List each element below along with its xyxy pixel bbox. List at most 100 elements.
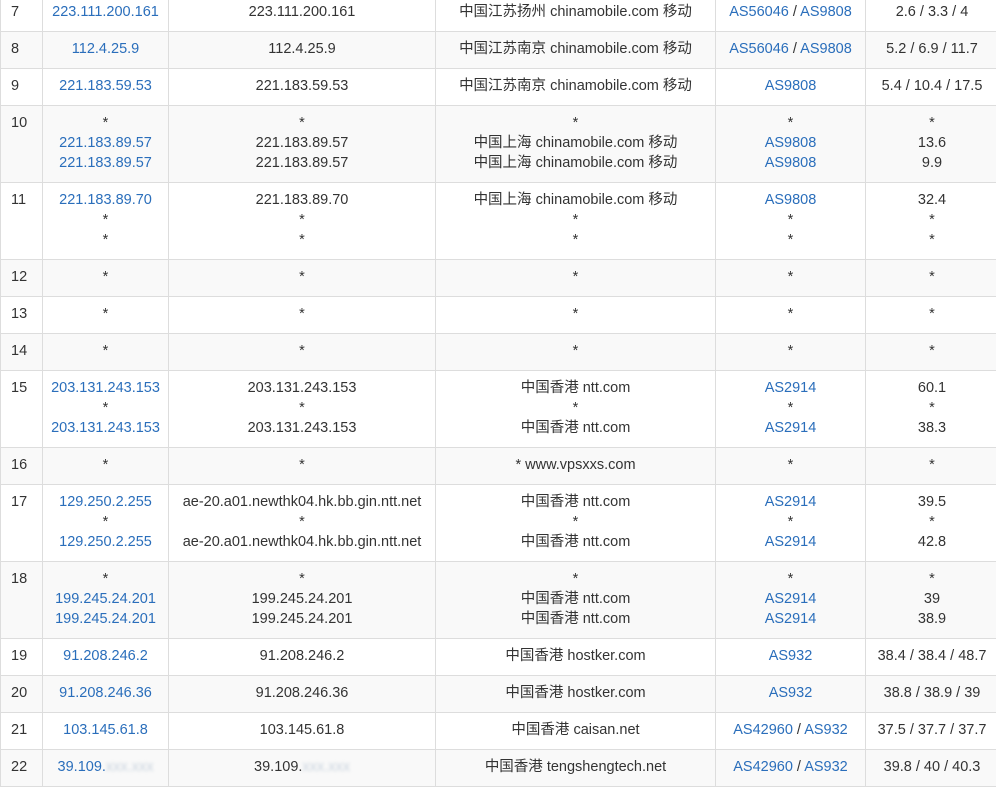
as-link[interactable]: AS932 [804,722,848,738]
hostname-cell: 223.111.200.161 [169,0,436,32]
ip-link[interactable]: 221.183.89.57 [59,135,152,151]
ip-link[interactable]: 199.245.24.201 [55,591,156,607]
timeout-marker: * [299,115,305,131]
geo-location: 中国上海 chinamobile.com 移动 [436,153,715,173]
as-link[interactable]: AS2914 [765,611,817,627]
as-link[interactable]: AS9808 [765,155,817,171]
geo-cell: 中国香港 hostker.com [436,676,716,713]
hop-number-cell: 8 [1,32,43,69]
rtt-cell: * [866,448,996,485]
hostname-cell: 103.145.61.8 [169,713,436,750]
timeout-marker: * [788,269,794,285]
ip-cell: 223.111.200.161 [43,0,169,32]
hop-number-cell: 16 [1,448,43,485]
hostname: 203.131.243.153 [248,420,357,436]
hostname-line: ae-20.a01.newthk04.hk.bb.gin.ntt.net [169,492,435,512]
rtt-cell: *3938.9 [866,562,996,639]
rtt-cell: 38.8 / 38.9 / 39 [866,676,996,713]
ip-link[interactable]: 129.250.2.255 [59,534,152,550]
as-link[interactable]: AS9808 [765,192,817,208]
hop-number: 19 [11,648,27,664]
as-link[interactable]: AS2914 [765,420,817,436]
as-cell: * [716,334,866,371]
as-line: AS9808 [716,153,865,173]
ip-link[interactable]: 112.4.25.9 [72,41,139,57]
as-link[interactable]: AS932 [769,648,813,664]
ip-link[interactable]: 91.208.246.36 [59,685,152,701]
geo-location: 中国香港 ntt.com [436,492,715,512]
as-link[interactable]: AS2914 [765,591,817,607]
ip-line: 223.111.200.161 [43,2,168,22]
rtt-value: 5.2 / 6.9 / 11.7 [866,39,996,59]
as-link[interactable]: AS56046 [729,41,789,57]
rtt-cell: 37.5 / 37.7 / 37.7 [866,713,996,750]
timeout-marker: * [103,269,109,285]
ip-link[interactable]: 223.111.200.161 [52,4,159,20]
timeout-marker: * [299,306,305,322]
ip-cell: 91.208.246.2 [43,639,169,676]
ip-link[interactable]: 203.131.243.153 [51,380,160,396]
hostname-cell: * [169,260,436,297]
as-link[interactable]: AS42960 [733,759,793,775]
as-link[interactable]: AS9808 [765,135,817,151]
hop-number: 20 [11,685,27,701]
hostname-line: ae-20.a01.newthk04.hk.bb.gin.ntt.net [169,532,435,552]
as-link[interactable]: AS9808 [800,41,852,57]
ip-link[interactable]: 39.109. [58,759,106,775]
as-link[interactable]: AS932 [804,759,848,775]
geo-cell: 中国江苏南京 chinamobile.com 移动 [436,69,716,106]
rtt-value: * [866,304,996,324]
as-line: AS2914 [716,418,865,438]
ip-line: 221.183.89.57 [43,133,168,153]
as-separator: / [789,41,800,57]
geo-cell: *中国上海 chinamobile.com 移动中国上海 chinamobile… [436,106,716,183]
as-line: AS2914 [716,609,865,629]
ip-line: 129.250.2.255 [43,492,168,512]
as-link[interactable]: AS932 [769,685,813,701]
geo-location: 中国江苏南京 chinamobile.com 移动 [436,76,715,96]
ip-link[interactable]: 103.145.61.8 [63,722,148,738]
ip-line: 103.145.61.8 [43,720,168,740]
ip-link[interactable]: 221.183.89.70 [59,192,152,208]
traceroute-table: 7223.111.200.161223.111.200.161中国江苏扬州 ch… [0,0,996,787]
rtt-value: 42.8 [866,532,996,552]
geo-location: 中国香港 tengshengtech.net [436,757,715,777]
hostname-line: 103.145.61.8 [169,720,435,740]
as-line: * [716,113,865,133]
as-link[interactable]: AS9808 [765,78,817,94]
timeout-marker: * [299,212,305,228]
ip-line: * [43,512,168,532]
as-link[interactable]: AS2914 [765,380,817,396]
rtt-cell: 38.4 / 38.4 / 48.7 [866,639,996,676]
hostname-cell: * [169,334,436,371]
ip-link[interactable]: 91.208.246.2 [63,648,148,664]
as-line: AS932 [716,683,865,703]
as-link[interactable]: AS56046 [729,4,789,20]
ip-link[interactable]: 129.250.2.255 [59,494,152,510]
as-link[interactable]: AS2914 [765,494,817,510]
timeout-marker: * [103,232,109,248]
ip-line: 39.109.xxx.xxx [43,757,168,777]
ip-link[interactable]: 199.245.24.201 [55,611,156,627]
rtt-value: 38.9 [866,609,996,629]
timeout-marker: * [103,457,109,473]
hostname-line: * [169,210,435,230]
rtt-cell: * [866,334,996,371]
ip-link[interactable]: 221.183.59.53 [59,78,152,94]
ip-link[interactable]: 203.131.243.153 [51,420,160,436]
ip-link[interactable]: 221.183.89.57 [59,155,152,171]
rtt-value: * [866,230,996,250]
hop-number-cell: 19 [1,639,43,676]
ip-line: * [43,113,168,133]
hop-number: 17 [11,494,27,510]
as-link[interactable]: AS9808 [800,4,852,20]
geo-location: 中国江苏扬州 chinamobile.com 移动 [436,2,715,22]
geo-cell: 中国上海 chinamobile.com 移动** [436,183,716,260]
rtt-value: * [866,267,996,287]
hop-row: 9221.183.59.53221.183.59.53中国江苏南京 chinam… [1,69,996,106]
ip-cell: 221.183.89.70** [43,183,169,260]
as-link[interactable]: AS42960 [733,722,793,738]
hostname-cell: 39.109.xxx.xxx [169,750,436,787]
as-link[interactable]: AS2914 [765,534,817,550]
hostname: ae-20.a01.newthk04.hk.bb.gin.ntt.net [183,494,422,510]
